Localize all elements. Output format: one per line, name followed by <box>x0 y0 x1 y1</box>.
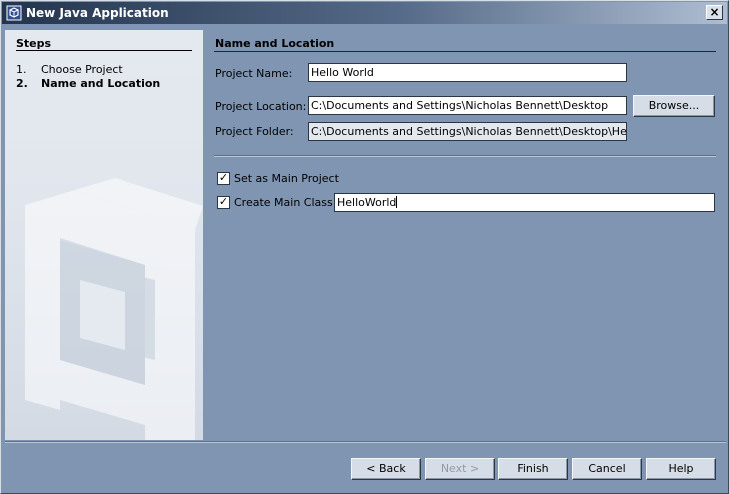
section-title: Name and Location <box>215 37 335 50</box>
cube-watermark-icon <box>5 30 203 440</box>
step-choose-project: 1. Choose Project <box>16 63 123 76</box>
next-button[interactable]: Next > <box>425 458 495 480</box>
step-label: Choose Project <box>41 63 123 76</box>
close-button[interactable]: × <box>706 5 723 20</box>
project-name-input[interactable]: Hello World <box>308 63 627 82</box>
project-folder-field[interactable]: C:\Documents and Settings\Nicholas Benne… <box>308 122 627 141</box>
step-number: 2. <box>16 77 28 90</box>
project-name-label: Project Name: <box>215 67 293 80</box>
check-icon: ✓ <box>218 195 229 208</box>
project-location-label: Project Location: <box>215 100 307 113</box>
finish-button[interactable]: Finish <box>498 458 568 480</box>
main-class-value: HelloWorld <box>337 196 397 209</box>
new-java-application-dialog: New Java Application × Steps 1. Choose P… <box>0 0 729 494</box>
check-icon: ✓ <box>218 171 229 184</box>
cancel-button[interactable]: Cancel <box>572 458 642 480</box>
footer-divider <box>5 441 726 443</box>
back-button[interactable]: < Back <box>351 458 421 480</box>
create-main-class-label[interactable]: Create Main Class <box>234 196 333 209</box>
step-label: Name and Location <box>41 77 161 90</box>
window-title: New Java Application <box>26 6 169 20</box>
browse-button[interactable]: Browse... <box>633 95 715 117</box>
steps-panel: Steps 1. Choose Project 2. Name and Locati… <box>5 30 203 440</box>
project-name-value: Hello World <box>311 66 374 79</box>
help-button[interactable]: Help <box>646 458 716 480</box>
section-divider <box>214 51 716 52</box>
steps-divider <box>16 50 192 51</box>
set-main-project-label[interactable]: Set as Main Project <box>234 172 339 185</box>
step-name-and-location: 2. Name and Location <box>16 77 160 90</box>
netbeans-cube-icon <box>6 5 22 21</box>
close-icon: × <box>709 5 720 19</box>
project-folder-value: C:\Documents and Settings\Nicholas Benne… <box>311 125 627 138</box>
project-location-input[interactable]: C:\Documents and Settings\Nicholas Benne… <box>308 96 627 115</box>
step-number: 1. <box>16 63 27 76</box>
title-bar[interactable]: New Java Application × <box>2 2 727 24</box>
main-class-input[interactable]: HelloWorld <box>334 193 715 212</box>
set-main-project-checkbox[interactable]: ✓ <box>217 172 230 185</box>
project-folder-label: Project Folder: <box>215 125 294 138</box>
text-caret <box>396 196 398 208</box>
options-divider <box>214 155 716 157</box>
create-main-class-checkbox[interactable]: ✓ <box>217 196 230 209</box>
steps-title: Steps <box>16 37 52 50</box>
project-location-value: C:\Documents and Settings\Nicholas Benne… <box>311 99 609 112</box>
